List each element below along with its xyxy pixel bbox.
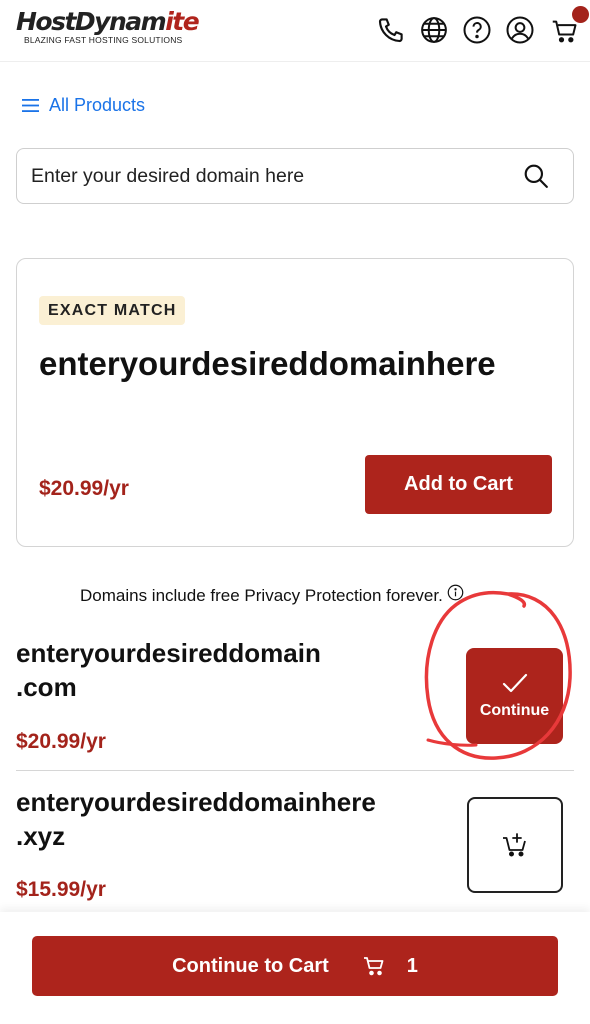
cart-notification-dot (572, 6, 589, 23)
exact-match-domain: enteryourdesireddomainhere (39, 345, 496, 382)
continue-to-cart-button[interactable]: Continue to Cart 1 (32, 936, 558, 996)
add-to-cart-icon-button[interactable] (467, 797, 563, 893)
exact-match-card: EXACT MATCH enteryourdesireddomainhere $… (16, 258, 574, 547)
search-icon[interactable] (523, 163, 549, 189)
privacy-note-text: Domains include free Privacy Protection … (80, 586, 443, 605)
result-domain-tld: .xyz (16, 821, 66, 851)
all-products-label: All Products (49, 94, 146, 115)
result-domain-tld: .com (16, 672, 77, 702)
domain-search-input[interactable] (29, 149, 509, 203)
logo-wordmark: HostDynamite (16, 7, 200, 36)
continue-button-label: Continue (479, 702, 550, 719)
site-header: HostDynamite BLAZING FAST HOSTING SOLUTI… (0, 0, 590, 62)
info-icon[interactable] (447, 584, 464, 601)
help-icon[interactable] (462, 15, 492, 45)
exact-match-price: $20.99/yr (39, 477, 129, 500)
result-domain-name: enteryourdesireddomainhere .xyz (16, 785, 376, 853)
cart-icon (363, 957, 384, 976)
all-products-link[interactable]: All Products (22, 92, 145, 118)
exact-match-badge: EXACT MATCH (39, 296, 186, 325)
continue-button[interactable]: Continue (466, 648, 563, 744)
bottom-bar: Continue to Cart 1 (0, 912, 590, 1024)
logo[interactable]: HostDynamite BLAZING FAST HOSTING SOLUTI… (16, 7, 200, 46)
account-icon[interactable] (505, 15, 535, 45)
check-icon (502, 673, 527, 693)
privacy-note: Domains include free Privacy Protection … (80, 584, 464, 606)
globe-icon[interactable] (419, 15, 449, 45)
add-to-cart-button[interactable]: Add to Cart (365, 455, 552, 514)
result-divider (16, 770, 574, 771)
logo-tagline: BLAZING FAST HOSTING SOLUTIONS (24, 35, 183, 45)
phone-icon[interactable] (376, 15, 406, 45)
menu-icon (22, 98, 39, 112)
cart-count: 1 (406, 954, 418, 977)
domain-search-box (16, 148, 574, 204)
result-domain-name: enteryourdesireddomain .com (16, 636, 321, 704)
result-domain-label: enteryourdesireddomainhere (16, 787, 376, 817)
result-price: $20.99/yr (16, 730, 106, 753)
result-price: $15.99/yr (16, 878, 106, 901)
cart-plus-icon (503, 833, 526, 857)
result-domain-label: enteryourdesireddomain (16, 638, 321, 668)
continue-to-cart-label: Continue to Cart (172, 954, 329, 977)
